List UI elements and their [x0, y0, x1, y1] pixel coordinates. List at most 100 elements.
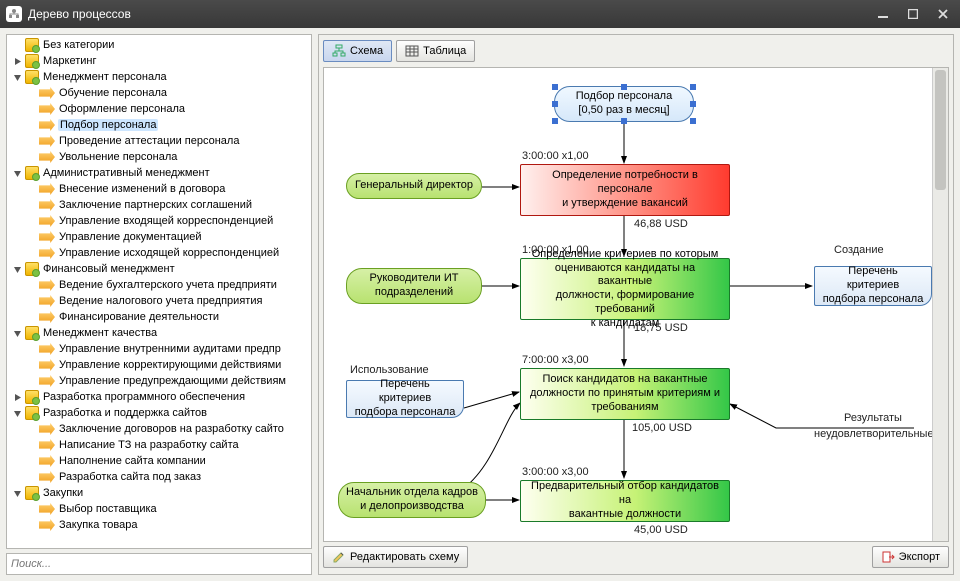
- tree-process[interactable]: Управление предупреждающими действиям: [7, 373, 311, 389]
- expand-icon[interactable]: [11, 407, 23, 419]
- tree-category[interactable]: Разработка программного обеспечения: [7, 389, 311, 405]
- task2-cost: 18,75 USD: [634, 322, 688, 334]
- tree-process[interactable]: Внесение изменений в договора: [7, 181, 311, 197]
- export-icon: [881, 550, 895, 564]
- tree-category[interactable]: Закупки: [7, 485, 311, 501]
- tree-process[interactable]: Закупка товара: [7, 517, 311, 533]
- feedback-unsat: неудовлетворительные: [814, 428, 934, 440]
- tree-process[interactable]: Финансирование деятельности: [7, 309, 311, 325]
- task1[interactable]: Определение потребности в персонале и ут…: [520, 164, 730, 216]
- category-icon: [25, 390, 39, 404]
- tree-category[interactable]: Без категории: [7, 37, 311, 53]
- tree-item-label: Менеджмент качества: [42, 327, 158, 339]
- category-icon: [25, 70, 39, 84]
- tree-process[interactable]: Написание ТЗ на разработку сайта: [7, 437, 311, 453]
- tree-category[interactable]: Разработка и поддержка сайтов: [7, 405, 311, 421]
- task3-cost: 105,00 USD: [632, 422, 692, 434]
- role-general-director[interactable]: Генеральный директор: [346, 173, 482, 199]
- tree-process[interactable]: Управление исходящей корреспонденцией: [7, 245, 311, 261]
- right-panel: Схема Таблица: [318, 34, 954, 575]
- search-field[interactable]: [6, 553, 312, 575]
- task2[interactable]: Определение критериев по которым оценива…: [520, 258, 730, 320]
- tree-item-label: Обучение персонала: [58, 87, 168, 99]
- tree-category[interactable]: Менеджмент персонала: [7, 69, 311, 85]
- category-icon: [25, 406, 39, 420]
- tab-scheme-label: Схема: [350, 45, 383, 57]
- tree-process[interactable]: Ведение налогового учета предприятия: [7, 293, 311, 309]
- expand-icon[interactable]: [11, 71, 23, 83]
- tree-process[interactable]: Управление внутренними аудитами предпр: [7, 341, 311, 357]
- tab-scheme[interactable]: Схема: [323, 40, 392, 62]
- tree-item-label: Разработка сайта под заказ: [58, 471, 202, 483]
- tree-process[interactable]: Управление входящей корреспонденцией: [7, 213, 311, 229]
- minimize-button[interactable]: [872, 5, 894, 23]
- tree-item-label: Управление предупреждающими действиям: [58, 375, 287, 387]
- tree-item-label: Управление корректирующими действиями: [58, 359, 282, 371]
- expand-icon[interactable]: [11, 391, 23, 403]
- tree-item-label: Управление исходящей корреспонденцией: [58, 247, 280, 259]
- tree-item-label: Ведение бухгалтерского учета предприяти: [58, 279, 278, 291]
- start-title: Подбор персонала: [576, 90, 672, 104]
- tree-process[interactable]: Ведение бухгалтерского учета предприяти: [7, 277, 311, 293]
- tree-process[interactable]: Обучение персонала: [7, 85, 311, 101]
- tree-category[interactable]: Менеджмент качества: [7, 325, 311, 341]
- scrollbar-vertical[interactable]: [932, 68, 948, 541]
- scheme-icon: [332, 44, 346, 58]
- tree-process[interactable]: Выбор поставщика: [7, 501, 311, 517]
- tree-item-label: Наполнение сайта компании: [58, 455, 207, 467]
- edit-scheme-button[interactable]: Редактировать схему: [323, 546, 468, 568]
- task4-cost: 45,00 USD: [634, 524, 688, 536]
- tree-process[interactable]: Подбор персонала: [7, 117, 311, 133]
- expand-icon[interactable]: [11, 263, 23, 275]
- diagram-canvas[interactable]: Подбор персонала [0,50 раз в месяц]: [323, 67, 949, 542]
- tree-category[interactable]: Финансовый менеджмент: [7, 261, 311, 277]
- expand-icon[interactable]: [11, 55, 23, 67]
- expand-icon[interactable]: [11, 167, 23, 179]
- tree-item-label: Увольнение персонала: [58, 151, 178, 163]
- start-node[interactable]: Подбор персонала [0,50 раз в месяц]: [554, 86, 694, 122]
- expand-icon[interactable]: [11, 39, 23, 51]
- tree-process[interactable]: Наполнение сайта компании: [7, 453, 311, 469]
- maximize-button[interactable]: [902, 5, 924, 23]
- process-icon: [39, 103, 55, 115]
- process-icon: [39, 439, 55, 451]
- role-hr-head[interactable]: Начальник отдела кадров и делопроизводст…: [338, 482, 486, 518]
- tree-process[interactable]: Разработка сайта под заказ: [7, 469, 311, 485]
- task1-top: 3:00:00 x1,00: [522, 150, 589, 162]
- tree-process[interactable]: Оформление персонала: [7, 101, 311, 117]
- close-button[interactable]: [932, 5, 954, 23]
- tree-category[interactable]: Административный менеджмент: [7, 165, 311, 181]
- tree-process[interactable]: Управление корректирующими действиями: [7, 357, 311, 373]
- tree-process[interactable]: Заключение договоров на разработку сайто: [7, 421, 311, 437]
- expand-icon[interactable]: [11, 487, 23, 499]
- tree-item-label: Управление входящей корреспонденцией: [58, 215, 274, 227]
- tab-table[interactable]: Таблица: [396, 40, 475, 62]
- process-icon: [39, 215, 55, 227]
- start-rate: [0,50 раз в месяц]: [576, 104, 672, 118]
- tree-process[interactable]: Проведение аттестации персонала: [7, 133, 311, 149]
- tree-process[interactable]: Заключение партнерских соглашений: [7, 197, 311, 213]
- tree-item-label: Разработка программного обеспечения: [42, 391, 246, 403]
- task3[interactable]: Поиск кандидатов на вакантные должности …: [520, 368, 730, 420]
- bottom-toolbar: Редактировать схему Экспорт: [323, 546, 949, 570]
- process-tree[interactable]: Без категорииМаркетинг Менеджмент персона…: [6, 34, 312, 549]
- tree-category[interactable]: Маркетинг: [7, 53, 311, 69]
- tree-item-label: Внесение изменений в договора: [58, 183, 226, 195]
- process-icon: [39, 87, 55, 99]
- tree-process[interactable]: Увольнение персонала: [7, 149, 311, 165]
- doc-criteria-out[interactable]: Перечень критериев подбора персонала: [814, 266, 932, 306]
- process-icon: [39, 231, 55, 243]
- app-icon: [6, 6, 22, 22]
- tree-item-label: Менеджмент персонала: [42, 71, 168, 83]
- process-icon: [39, 359, 55, 371]
- process-icon: [39, 183, 55, 195]
- doc-criteria-in[interactable]: Перечень критериев подбора персонала: [346, 380, 464, 418]
- search-input[interactable]: [11, 558, 307, 570]
- titlebar[interactable]: Дерево процессов: [0, 0, 960, 28]
- role-it-managers[interactable]: Руководители ИТ подразделений: [346, 268, 482, 304]
- expand-icon[interactable]: [11, 327, 23, 339]
- task4[interactable]: Предварительный отбор кандидатов на вака…: [520, 480, 730, 522]
- export-button[interactable]: Экспорт: [872, 546, 949, 568]
- tree-process[interactable]: Управление документацией: [7, 229, 311, 245]
- process-icon: [39, 343, 55, 355]
